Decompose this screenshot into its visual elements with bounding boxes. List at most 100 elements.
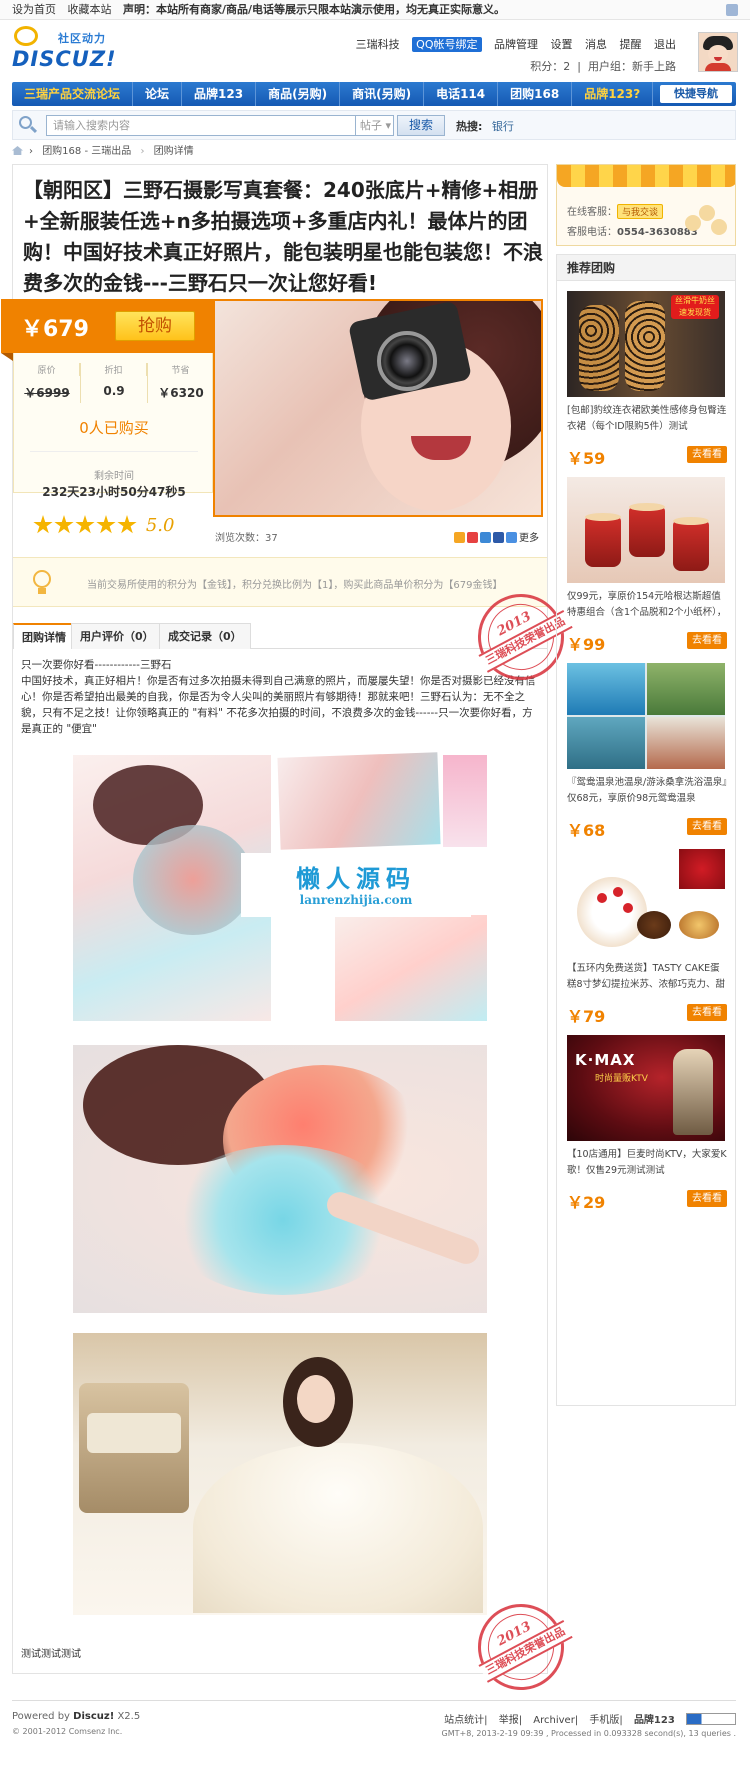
recommend-item[interactable]: K·MAX 时尚量贩KTV 【10店通用】巨麦时尚KTV，大家爱K歌！仅售29元… <box>567 1035 727 1219</box>
view-button[interactable]: 去看看 <box>687 632 727 649</box>
view-button[interactable]: 去看看 <box>687 446 727 463</box>
recommend-price: ￥68 <box>567 821 606 840</box>
recommend-image[interactable]: 丝滑牛奶丝 速发现货 <box>567 291 725 397</box>
recommend-caption[interactable]: 【五环内免费送货】TASTY CAKE蛋糕8寸梦幻提拉米苏、浓郁巧克力、甜蜜 <box>567 961 727 993</box>
search-bar: 请输入搜索内容 帖子 ▾ 搜索 热搜: 银行 <box>12 110 736 140</box>
recommend-image[interactable] <box>567 663 725 769</box>
rss-icon[interactable] <box>726 4 738 16</box>
user-link-messages[interactable]: 消息 <box>585 38 607 51</box>
nav-item-brand2[interactable]: 品牌123? <box>572 82 654 106</box>
countdown-timer: 232天23小时50分47秒5 <box>42 485 186 499</box>
deal-info: 原价 ￥6999 折扣 0.9 节省 ￥6320 0人已购买 剩余时间 232天23小… <box>13 353 214 499</box>
qq-bind-button[interactable]: QQ帐号绑定 <box>412 37 482 52</box>
buy-button[interactable]: 抢购 <box>115 311 195 341</box>
quick-nav-button[interactable]: 快捷导航 <box>660 85 732 103</box>
recommend-image[interactable] <box>567 849 725 955</box>
footer-link-stats[interactable]: 站点统计 <box>444 1715 484 1726</box>
view-button[interactable]: 去看看 <box>687 818 727 835</box>
set-home-link[interactable]: 设为首页 <box>12 3 56 16</box>
site-notice: 声明：本站所有商家/商品/电话等展示只限本站演示使用，均无真正实际意义。 <box>123 3 506 16</box>
detail-image-1: 懒人源码 lanrenzhijia.com <box>73 752 487 1021</box>
recommend-item[interactable]: 【五环内免费送货】TASTY CAKE蛋糕8寸梦幻提拉米苏、浓郁巧克力、甜蜜 ￥… <box>567 849 727 1033</box>
tab-records[interactable]: 成交记录（0） <box>159 623 251 649</box>
chat-button[interactable]: 与我交谈 <box>617 204 664 219</box>
user-link-settings[interactable]: 设置 <box>551 38 573 51</box>
logo-en: DISCUZ! <box>12 47 117 71</box>
star-icon <box>75 515 95 534</box>
recommend-image[interactable] <box>567 477 725 583</box>
recommend-caption[interactable]: 【10店通用】巨麦时尚KTV，大家爱K歌！仅售29元测试测试 <box>567 1147 727 1179</box>
detail-image-3 <box>73 1333 487 1615</box>
footer: Powered by Discuz! X2.5 © 2001-2012 Coms… <box>12 1700 736 1760</box>
share-bar: 更多 <box>454 529 539 544</box>
recommend-item[interactable]: 仅99元，享原价154元哈根达斯超值特惠组合（含1个品脱和2个小纸杯），甜 ￥9… <box>567 477 727 661</box>
product-link[interactable]: Discuz! <box>73 1711 114 1722</box>
user-link-brand[interactable]: 品牌管理 <box>494 38 538 51</box>
watermark-url: lanrenzhijia.com <box>299 893 413 907</box>
user-menu: 三瑞科技 QQ帐号绑定 品牌管理 设置 消息 提醒 退出 <box>347 36 676 52</box>
search-input[interactable]: 请输入搜索内容 <box>46 115 356 136</box>
recommend-panel: 推荐团购 丝滑牛奶丝 速发现货 [包邮]豹纹连衣裙欧美性感修身包臀连衣裙（每个I… <box>556 254 736 1406</box>
nav-item-forum-home[interactable]: 三瑞产品交流论坛 <box>12 82 134 106</box>
nav-item-groupbuy[interactable]: 团购168 <box>498 82 573 106</box>
nav-item-forum[interactable]: 论坛 <box>133 82 183 106</box>
view-button[interactable]: 去看看 <box>687 1190 727 1207</box>
recommend-image[interactable]: K·MAX 时尚量贩KTV <box>567 1035 725 1141</box>
share-tqq-icon[interactable] <box>480 532 491 543</box>
star-icon <box>33 515 53 534</box>
user-link-logout[interactable]: 退出 <box>654 38 676 51</box>
image-tag: 丝滑牛奶丝 速发现货 <box>671 295 719 319</box>
share-weibo-icon[interactable] <box>467 532 478 543</box>
search-type-select[interactable]: 帖子 ▾ <box>356 115 394 136</box>
share-more-icon[interactable] <box>506 532 517 543</box>
avatar[interactable] <box>698 32 738 72</box>
detail-tabs: 团购详情 用户评价（0） 成交记录（0） <box>13 623 547 649</box>
remain-label: 剩余时间 <box>94 471 134 482</box>
view-button[interactable]: 去看看 <box>687 1004 727 1021</box>
user-link-name[interactable]: 三瑞科技 <box>356 38 400 51</box>
tab-details[interactable]: 团购详情 <box>13 623 75 649</box>
hot-search-item[interactable]: 银行 <box>492 120 514 133</box>
description-line: 只一次要你好看------------三野石 <box>21 659 172 671</box>
main-nav: 三瑞产品交流论坛 论坛 品牌123 商品(另购) 商讯(另购) 电话114 团购… <box>12 82 736 106</box>
share-qzone-icon[interactable] <box>454 532 465 543</box>
footer-link-mobile[interactable]: 手机版 <box>589 1715 619 1726</box>
nav-item-goods[interactable]: 商品(另购) <box>256 82 341 106</box>
deal-price: ￥679 <box>21 317 89 342</box>
user-group[interactable]: 用户组：新手上路 <box>588 60 676 73</box>
recommend-caption[interactable]: 仅99元，享原价154元哈根达斯超值特惠组合（含1个品脱和2个小纸杯），甜 <box>567 589 727 621</box>
user-link-notify[interactable]: 提醒 <box>620 38 642 51</box>
footer-link-report[interactable]: 举报 <box>499 1715 519 1726</box>
share-more-link[interactable]: 更多 <box>519 533 539 544</box>
recommend-caption[interactable]: [包邮]豹纹连衣裙欧美性感修身包臀连衣裙（每个ID限购5件）测试 <box>567 403 727 435</box>
user-points[interactable]: 积分：2 <box>530 60 570 73</box>
footer-link-archiver[interactable]: Archiver <box>533 1715 575 1726</box>
bookmark-link[interactable]: 收藏本站 <box>68 3 112 16</box>
home-icon[interactable] <box>12 146 23 155</box>
recommend-price: ￥99 <box>567 635 606 654</box>
footer-link-brand[interactable]: 品牌123 <box>634 1715 675 1726</box>
breadcrumb: › 团购168 - 三瑞出品 › 团购详情 <box>12 146 194 158</box>
price-box: ￥679 抢购 <box>1 299 225 361</box>
ktv-subtitle: 时尚量贩KTV <box>595 1074 648 1084</box>
footnote: 测试测试测试 <box>21 1649 81 1660</box>
breadcrumb-item[interactable]: 团购168 - 三瑞出品 <box>42 146 131 157</box>
people-icon <box>685 205 729 239</box>
search-button[interactable]: 搜索 <box>397 115 445 136</box>
shop-awning <box>557 165 735 187</box>
site-logo[interactable]: 社区动力 DISCUZ! <box>12 26 122 74</box>
detail-image-2 <box>73 1045 487 1313</box>
nav-item-news[interactable]: 商讯(另购) <box>340 82 425 106</box>
cnzz-badge-icon[interactable] <box>686 1713 736 1725</box>
breadcrumb-item[interactable]: 团购详情 <box>154 146 194 157</box>
nav-item-phone[interactable]: 电话114 <box>424 82 499 106</box>
recommend-item[interactable]: 丝滑牛奶丝 速发现货 [包邮]豹纹连衣裙欧美性感修身包臀连衣裙（每个ID限购5件… <box>567 291 727 475</box>
rating-score: 5.0 <box>145 515 175 536</box>
lightbulb-icon <box>31 570 53 596</box>
footer-links: 站点统计| 举报| Archiver| 手机版| 品牌123 <box>436 1711 736 1726</box>
share-renren-icon[interactable] <box>493 532 504 543</box>
recommend-caption[interactable]: 『鸳鸯温泉池温泉/游泳桑拿洗浴温泉』仅68元，享原价98元鸳鸯温泉 <box>567 775 727 807</box>
recommend-item[interactable]: 『鸳鸯温泉池温泉/游泳桑拿洗浴温泉』仅68元，享原价98元鸳鸯温泉 ￥68 去看… <box>567 663 727 847</box>
nav-item-brand[interactable]: 品牌123 <box>182 82 257 106</box>
tab-reviews[interactable]: 用户评价（0） <box>71 623 163 649</box>
